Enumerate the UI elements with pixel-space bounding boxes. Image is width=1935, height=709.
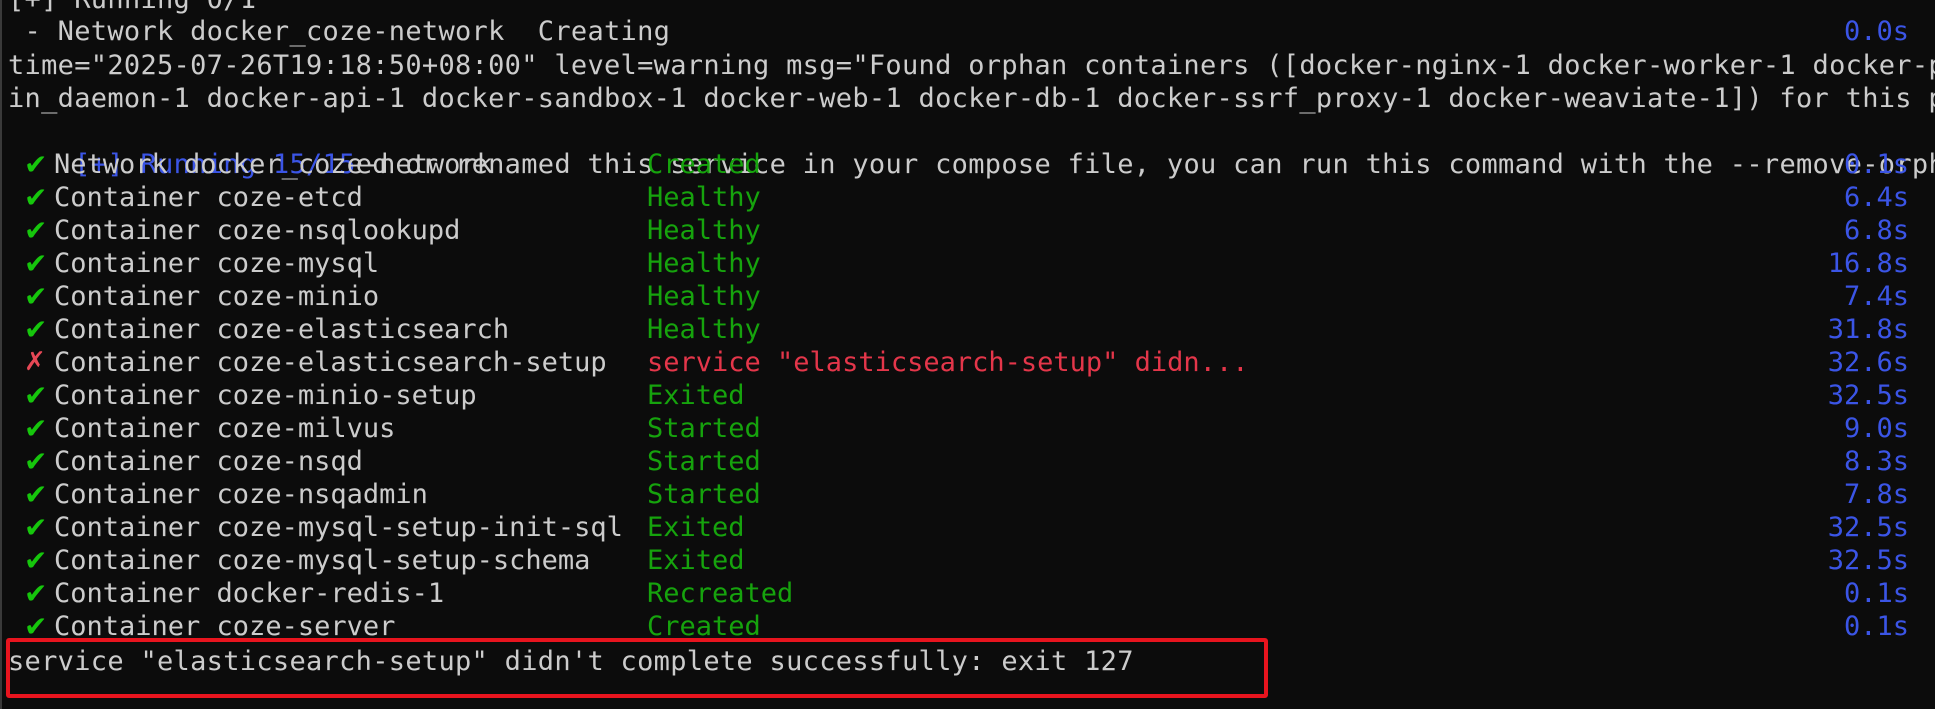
- container-status: Created: [647, 149, 761, 180]
- container-status: Healthy: [647, 281, 761, 312]
- container-name: Container coze-mysql-setup-init-sql: [54, 512, 623, 543]
- container-elapsed-time: 32.5s: [1827, 512, 1909, 543]
- container-elapsed-time: 6.8s: [1843, 215, 1909, 246]
- container-name: Container coze-elasticsearch-setup: [54, 347, 607, 378]
- success-check-icon: ✔: [24, 148, 48, 181]
- container-elapsed-time: 7.4s: [1843, 281, 1909, 312]
- container-elapsed-time: 6.4s: [1843, 182, 1909, 213]
- container-elapsed-time: 16.8s: [1827, 248, 1909, 279]
- container-name: Container coze-etcd: [54, 182, 363, 213]
- network-creating-time: 0.0s: [1843, 16, 1909, 47]
- success-check-icon: ✔: [24, 181, 48, 214]
- network-creating-line: - Network docker_coze-network Creating: [8, 16, 671, 47]
- container-status: Started: [647, 413, 761, 444]
- container-status: Healthy: [647, 182, 761, 213]
- container-elapsed-time: 32.6s: [1827, 347, 1909, 378]
- container-status: Exited: [647, 512, 745, 543]
- warning-line-1: time="2025-07-26T19:18:50+08:00" level=w…: [8, 50, 1935, 81]
- container-name: Container coze-nsqd: [54, 446, 363, 477]
- container-elapsed-time: 0.1s: [1843, 578, 1909, 609]
- container-name: Container coze-elasticsearch: [54, 314, 510, 345]
- container-elapsed-time: 0.1s: [1843, 149, 1909, 180]
- container-name: Container coze-minio: [54, 281, 380, 312]
- container-elapsed-time: 32.5s: [1827, 545, 1909, 576]
- error-highlight-box: [6, 638, 1268, 698]
- success-check-icon: ✔: [24, 280, 48, 313]
- container-name: Container coze-mysql: [54, 248, 380, 279]
- container-name: Container docker-redis-1: [54, 578, 445, 609]
- success-check-icon: ✔: [24, 445, 48, 478]
- container-name: Container coze-milvus: [54, 413, 396, 444]
- running-progress-line-partial: [+] Running 0/1: [8, 0, 256, 16]
- container-name: Container coze-mysql-setup-schema: [54, 545, 591, 576]
- container-elapsed-time: 0.1s: [1843, 611, 1909, 642]
- success-check-icon: ✔: [24, 544, 48, 577]
- success-check-icon: ✔: [24, 313, 48, 346]
- container-elapsed-time: 32.5s: [1827, 380, 1909, 411]
- running-summary-line: [+] Running 15/15ed or renamed this serv…: [8, 115, 1935, 180]
- container-status: service "elasticsearch-setup" didn...: [647, 347, 1249, 378]
- success-check-icon: ✔: [24, 511, 48, 544]
- success-check-icon: ✔: [24, 577, 48, 610]
- container-elapsed-time: 7.8s: [1843, 479, 1909, 510]
- container-name: Network docker_coze-network: [54, 149, 493, 180]
- container-name: Container coze-nsqadmin: [54, 479, 428, 510]
- success-check-icon: ✔: [24, 379, 48, 412]
- container-name: Container coze-minio-setup: [54, 380, 477, 411]
- success-check-icon: ✔: [24, 214, 48, 247]
- warning-line-2: in_daemon-1 docker-api-1 docker-sandbox-…: [8, 83, 1935, 114]
- container-status: Healthy: [647, 215, 761, 246]
- success-check-icon: ✔: [24, 412, 48, 445]
- container-elapsed-time: 8.3s: [1843, 446, 1909, 477]
- container-status: Healthy: [647, 314, 761, 345]
- container-status: Started: [647, 479, 761, 510]
- error-cross-icon: ✗: [24, 347, 46, 377]
- container-status: Exited: [647, 545, 745, 576]
- container-name: Container coze-nsqlookupd: [54, 215, 461, 246]
- container-elapsed-time: 31.8s: [1827, 314, 1909, 345]
- container-status: Healthy: [647, 248, 761, 279]
- container-status: Recreated: [647, 578, 794, 609]
- container-elapsed-time: 9.0s: [1843, 413, 1909, 444]
- success-check-icon: ✔: [24, 478, 48, 511]
- container-status: Exited: [647, 380, 745, 411]
- container-status: Started: [647, 446, 761, 477]
- running-summary-suffix: ed or renamed this service in your compo…: [355, 149, 1935, 180]
- terminal-window[interactable]: [+] Running 0/1 - Network docker_coze-ne…: [0, 0, 1935, 709]
- success-check-icon: ✔: [24, 247, 48, 280]
